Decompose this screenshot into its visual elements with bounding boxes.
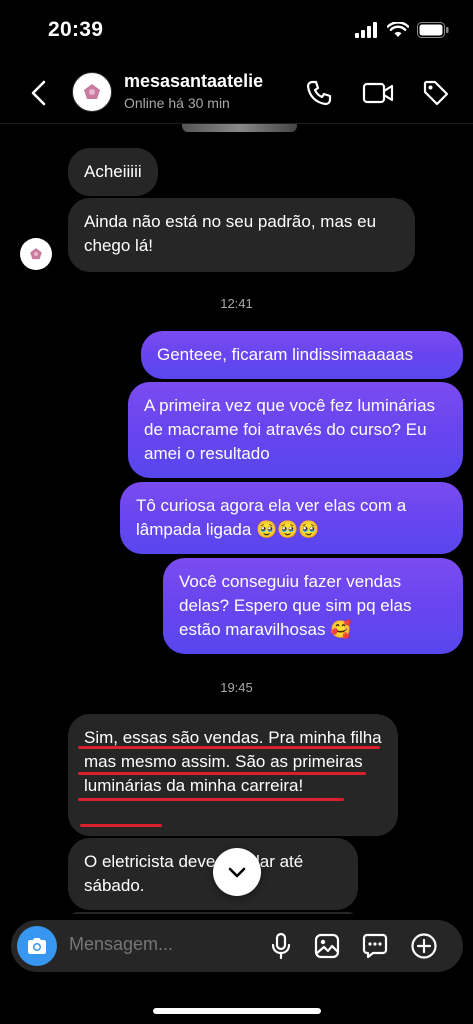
sender-avatar[interactable]	[20, 238, 52, 270]
highlight-underline	[78, 746, 380, 749]
message-bubble-sent[interactable]: Tô curiosa agora ela ver elas com a lâmp…	[120, 482, 463, 554]
sticker-icon	[362, 933, 388, 959]
message-bubble-received[interactable]	[68, 912, 358, 914]
gallery-button[interactable]	[312, 931, 342, 961]
camera-icon	[28, 938, 46, 954]
back-icon	[31, 80, 46, 106]
message-bubble-received[interactable]: Ainda não está no seu padrão, mas eu che…	[68, 198, 415, 272]
camera-button[interactable]	[17, 926, 57, 966]
timestamp: 12:41	[220, 296, 253, 311]
logo-icon	[30, 248, 42, 260]
tag-icon	[423, 80, 449, 106]
message-bubble-sent[interactable]: Genteee, ficaram lindissimaaaaas	[141, 331, 463, 379]
wifi-icon	[387, 22, 409, 37]
battery-icon	[417, 22, 449, 38]
video-call-button[interactable]	[361, 76, 395, 110]
gallery-icon	[314, 933, 340, 959]
avatar[interactable]	[72, 72, 112, 112]
message-text: Ainda não está no seu padrão, mas eu che…	[84, 212, 377, 255]
tag-button[interactable]	[419, 76, 453, 110]
chevron-down-icon	[228, 867, 246, 878]
message-text: A primeira vez que você fez luminárias d…	[144, 396, 436, 463]
message-composer	[11, 920, 463, 972]
message-input[interactable]	[69, 934, 249, 955]
chat-header: mesasantaatelie Online há 30 min	[0, 62, 473, 124]
highlight-underline	[78, 772, 366, 775]
shared-image-thumbnail[interactable]	[182, 124, 297, 132]
chat-area[interactable]: Acheiiiii Ainda não está no seu padrão, …	[0, 124, 473, 914]
phone-icon	[306, 80, 332, 106]
contact-name[interactable]: mesasantaatelie	[124, 71, 263, 92]
plus-icon	[411, 933, 437, 959]
video-icon	[362, 82, 394, 104]
highlight-underline	[78, 798, 344, 801]
message-text: Genteee, ficaram lindissimaaaaas	[157, 345, 414, 364]
status-bar: 20:39	[0, 0, 473, 62]
message-bubble-sent[interactable]: A primeira vez que você fez luminárias d…	[128, 382, 463, 478]
sticker-button[interactable]	[360, 931, 390, 961]
logo-icon	[84, 84, 100, 99]
voice-button[interactable]	[266, 931, 296, 961]
back-button[interactable]	[26, 78, 54, 108]
status-time: 20:39	[48, 18, 104, 41]
timestamp: 19:45	[220, 680, 253, 695]
scroll-to-bottom-button[interactable]	[213, 848, 261, 896]
signal-icon	[355, 22, 377, 38]
contact-status: Online há 30 min	[124, 95, 230, 111]
add-button[interactable]	[409, 931, 439, 961]
message-text: Acheiiiii	[84, 162, 142, 181]
status-icons	[355, 22, 449, 38]
mic-icon	[271, 932, 291, 960]
message-bubble-sent[interactable]: Você conseguiu fazer vendas delas? Esper…	[163, 558, 463, 654]
highlight-underline	[80, 824, 162, 827]
message-bubble-received[interactable]: Sim, essas são vendas. Pra minha filha m…	[68, 714, 398, 836]
call-button[interactable]	[302, 76, 336, 110]
message-text: O eletricista deve instalar até sábado.	[84, 852, 304, 895]
message-text: Tô curiosa agora ela ver elas com a lâmp…	[136, 496, 407, 539]
message-text: Você conseguiu fazer vendas delas? Esper…	[179, 572, 412, 639]
message-bubble-received[interactable]: Acheiiiii	[68, 148, 158, 196]
message-text: Sim, essas são vendas. Pra minha filha m…	[84, 728, 382, 795]
home-indicator[interactable]	[153, 1008, 321, 1014]
